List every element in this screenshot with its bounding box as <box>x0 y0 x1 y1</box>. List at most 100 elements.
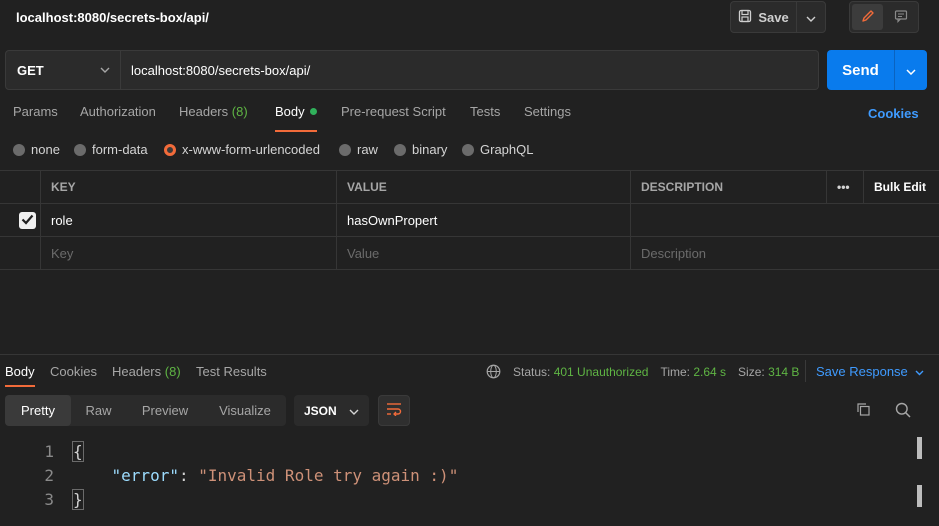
time-value[interactable]: 2.64 s <box>693 365 726 379</box>
globe-icon[interactable] <box>486 364 501 379</box>
chevron-down-icon <box>100 63 110 80</box>
new-key-input[interactable]: Key <box>41 237 337 269</box>
tab-label: Params <box>13 104 58 119</box>
view-preview-button[interactable]: Preview <box>126 395 204 426</box>
scrollbar-marker[interactable] <box>917 485 922 507</box>
tab-label: Tests <box>470 104 501 119</box>
param-description-field[interactable] <box>631 204 939 236</box>
response-tab-test-results[interactable]: Test Results <box>196 364 267 379</box>
send-button[interactable]: Send <box>827 50 895 90</box>
tab-headers[interactable]: Headers (8) <box>179 104 248 130</box>
radio-none[interactable]: none <box>13 142 60 157</box>
bulk-edit-button[interactable]: Bulk Edit <box>864 171 939 203</box>
code-line: { <box>72 441 84 462</box>
response-tab-body[interactable]: Body <box>5 364 35 387</box>
column-description: DESCRIPTION <box>631 171 827 203</box>
response-divider[interactable] <box>0 354 939 355</box>
line-number: 3 <box>44 490 54 509</box>
body-active-dot <box>309 108 317 115</box>
tab-tests[interactable]: Tests <box>470 104 500 130</box>
param-key-field[interactable]: role <box>41 204 337 236</box>
url-input[interactable]: localhost:8080/secrets-box/api/ <box>121 50 819 90</box>
view-raw-button[interactable]: Raw <box>71 395 126 426</box>
tab-label: Settings <box>524 104 571 119</box>
copy-icon <box>856 402 871 420</box>
chevron-down-icon <box>806 10 816 25</box>
save-icon <box>738 9 752 26</box>
radio-circle <box>462 143 474 156</box>
radio-graphql[interactable]: GraphQL <box>462 142 533 157</box>
response-tab-cookies[interactable]: Cookies <box>50 364 97 379</box>
send-button-group: Send <box>827 50 927 90</box>
wrap-lines-button[interactable] <box>378 395 410 426</box>
search-icon <box>895 402 911 421</box>
save-group: Save <box>730 1 826 33</box>
divider <box>805 360 806 382</box>
radio-label: x-www-form-urlencoded <box>182 142 320 157</box>
radio-form-data[interactable]: form-data <box>74 142 148 157</box>
scrollbar-marker[interactable] <box>917 437 922 459</box>
radio-circle <box>13 143 25 156</box>
tab-body[interactable]: Body <box>275 104 317 132</box>
save-label: Save <box>758 9 789 25</box>
view-pretty-button[interactable]: Pretty <box>5 395 71 426</box>
comments-button[interactable] <box>885 4 916 30</box>
save-response-button[interactable]: Save Response <box>816 364 924 379</box>
size-value[interactable]: 314 B <box>768 365 799 379</box>
chevron-down-icon <box>915 364 924 379</box>
tab-label: Headers <box>179 104 229 119</box>
radio-label: raw <box>357 142 378 157</box>
tab-prerequest-script[interactable]: Pre-request Script <box>341 104 446 130</box>
more-options-button[interactable]: ••• <box>827 171 864 203</box>
open-brace: { <box>72 441 84 462</box>
row-enabled-checkbox[interactable] <box>19 211 36 229</box>
response-tab-headers[interactable]: Headers (8) <box>112 364 181 379</box>
new-description-input[interactable]: Description <box>631 237 939 269</box>
column-value: VALUE <box>337 171 631 203</box>
request-title[interactable]: localhost:8080/secrets-box/api/ <box>16 10 209 25</box>
format-select[interactable]: JSON <box>294 395 369 426</box>
method-select[interactable]: GET <box>5 50 121 90</box>
tab-label: Headers <box>112 364 162 379</box>
pencil-icon <box>861 9 875 26</box>
json-colon: : <box>178 466 199 485</box>
format-label: JSON <box>304 403 337 418</box>
edit-mode-button[interactable] <box>852 4 883 30</box>
param-value-field[interactable]: hasOwnPropert <box>337 204 631 236</box>
check-icon <box>21 213 34 228</box>
save-button[interactable]: Save <box>731 2 797 32</box>
send-options-button[interactable] <box>895 50 927 90</box>
line-number: 1 <box>44 442 54 461</box>
tab-label: Authorization <box>80 104 156 119</box>
response-meta: Status: 401 Unauthorized Time: 2.64 s Si… <box>486 364 799 379</box>
radio-label: binary <box>412 142 448 157</box>
column-key: KEY <box>41 171 337 203</box>
radio-label: none <box>31 142 60 157</box>
new-value-input[interactable]: Value <box>337 237 631 269</box>
method-label: GET <box>17 62 44 78</box>
radio-raw[interactable]: raw <box>339 142 378 157</box>
response-body-viewer[interactable]: 1 2 3 { "error": "Invalid Role try again… <box>0 438 915 526</box>
status-label: Status: <box>513 364 551 379</box>
header-checkbox-cell <box>0 171 41 203</box>
top-bar: localhost:8080/secrets-box/api/ Save <box>0 0 939 36</box>
radio-binary[interactable]: binary <box>394 142 447 157</box>
headers-count: (8) <box>231 104 248 119</box>
copy-button[interactable] <box>853 401 873 421</box>
radio-urlencoded[interactable]: x-www-form-urlencoded <box>164 142 320 157</box>
tab-authorization[interactable]: Authorization <box>80 104 156 130</box>
chevron-down-icon <box>906 62 916 79</box>
line-number: 2 <box>44 466 54 485</box>
view-visualize-button[interactable]: Visualize <box>204 395 286 426</box>
code-line: "error": "Invalid Role try again :)" <box>73 466 459 485</box>
radio-circle-checked <box>164 143 176 156</box>
status-value[interactable]: 401 Unauthorized <box>554 365 649 379</box>
cookies-link[interactable]: Cookies <box>868 106 919 121</box>
json-value: "Invalid Role try again :)" <box>198 466 459 485</box>
search-button[interactable] <box>893 401 913 421</box>
table-row: role hasOwnPropert <box>0 204 939 237</box>
json-key: "error" <box>111 466 179 485</box>
tab-params[interactable]: Params <box>13 104 58 130</box>
save-options-button[interactable] <box>797 2 825 32</box>
tab-settings[interactable]: Settings <box>524 104 571 130</box>
